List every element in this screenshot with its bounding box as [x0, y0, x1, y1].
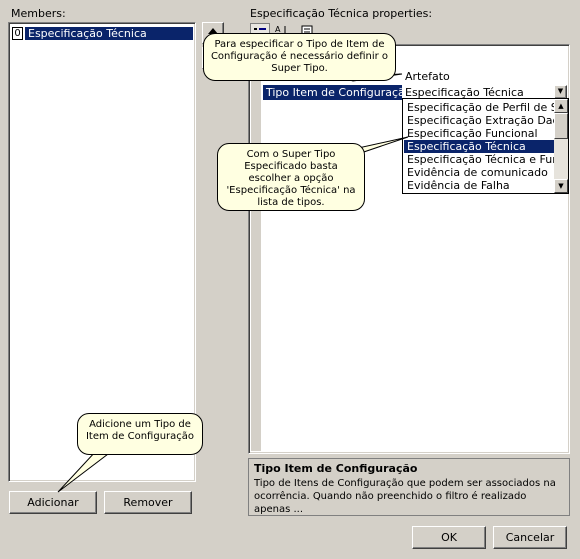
tooltip-adicione: Adicione um Tipo de Item de Configuração	[77, 413, 203, 455]
balloon-tails	[57, 73, 409, 493]
tooltip-super-tipo: Para especificar o Tipo de Item de Confi…	[203, 33, 396, 81]
tooltip-escolher-opcao: Com o Super Tipo Especificado basta esco…	[217, 143, 365, 211]
